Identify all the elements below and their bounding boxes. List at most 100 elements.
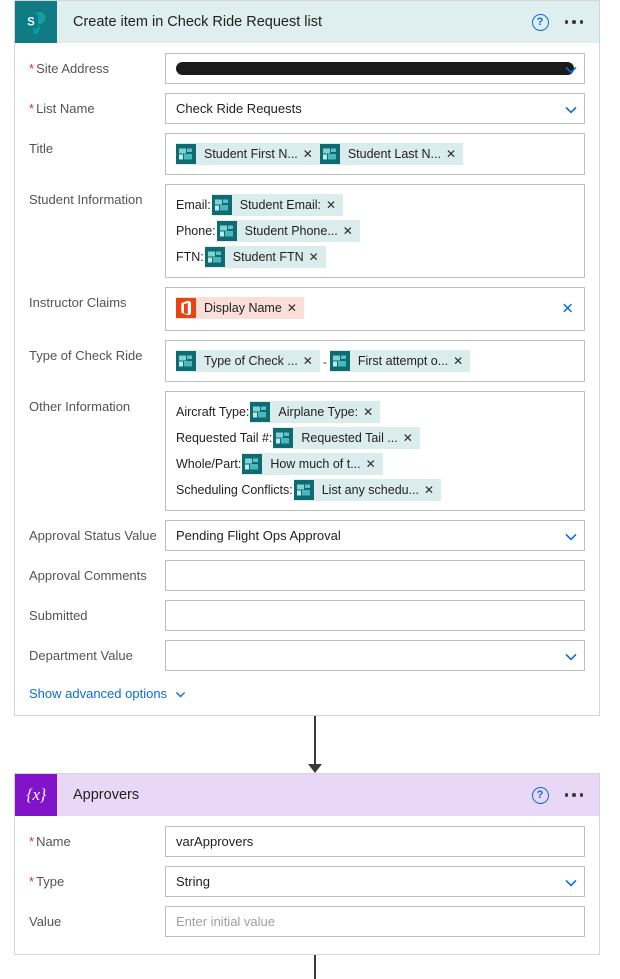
remove-token-icon[interactable]: ✕ bbox=[326, 199, 343, 211]
help-icon[interactable]: ? bbox=[531, 786, 549, 804]
input-approval-comments[interactable] bbox=[165, 560, 585, 591]
close-icon[interactable]: ✕ bbox=[561, 302, 574, 317]
remove-token-icon[interactable]: ✕ bbox=[424, 484, 441, 496]
remove-token-icon[interactable]: ✕ bbox=[343, 225, 360, 237]
field-control-wrapper: Enter initial value bbox=[165, 906, 585, 937]
input-department-value[interactable] bbox=[165, 640, 585, 671]
chevron-down-icon[interactable] bbox=[565, 533, 577, 543]
field-control-wrapper: Check Ride Requests bbox=[165, 93, 585, 124]
sharepoint-create-item-card[interactable]: S Create item in Check Ride Request list… bbox=[14, 0, 600, 716]
form-row: Type of Check Ride Type of Check ... ✕ - Fir… bbox=[15, 340, 599, 382]
field-label: * Type bbox=[29, 866, 165, 890]
chevron-down-icon[interactable] bbox=[565, 106, 577, 116]
chevron-down-icon[interactable] bbox=[565, 66, 577, 76]
sharepoint-list-icon bbox=[293, 480, 314, 500]
token-input-instructor-claims[interactable]: Display Name ✕ ✕ bbox=[165, 287, 585, 331]
dynamic-content-token[interactable]: Student Last N... ✕ bbox=[319, 143, 464, 165]
form-row: Value Enter initial value bbox=[15, 906, 599, 937]
field-control-wrapper: Aircraft Type: Airplane Type: ✕ Requested T… bbox=[165, 391, 585, 511]
remove-token-icon[interactable]: ✕ bbox=[366, 458, 383, 470]
field-control-wrapper: Type of Check ... ✕ - First attempt o... ✕ bbox=[165, 340, 585, 382]
form-row: * Name varApprovers bbox=[15, 826, 599, 857]
sharepoint-icon: S bbox=[15, 1, 57, 43]
card-header-variable[interactable]: {x} Approvers ? bbox=[15, 774, 599, 816]
dynamic-content-token[interactable]: Student First N... ✕ bbox=[176, 143, 320, 165]
remove-token-icon[interactable]: ✕ bbox=[363, 406, 380, 418]
input-value[interactable]: Enter initial value bbox=[165, 906, 585, 937]
field-value: varApprovers bbox=[176, 834, 254, 849]
dynamic-content-token[interactable]: Display Name ✕ bbox=[176, 297, 304, 319]
initialize-variable-card[interactable]: {x} Approvers ? * Name varApprovers * Type St… bbox=[14, 773, 600, 955]
field-label: * Site Address bbox=[29, 53, 165, 77]
token-input-student-information[interactable]: Email: Student Email: ✕ Phone: Student Phone… bbox=[165, 184, 585, 278]
token-label: Student FTN bbox=[232, 250, 304, 264]
field-label: Other Information bbox=[29, 391, 165, 415]
token-input-title[interactable]: Student First N... ✕ Student Last N... ✕ bbox=[165, 133, 585, 175]
chevron-down-icon[interactable] bbox=[175, 688, 186, 699]
more-options-icon[interactable] bbox=[563, 16, 586, 28]
input-list-name[interactable]: Check Ride Requests bbox=[165, 93, 585, 124]
dynamic-content-token[interactable]: Airplane Type: ✕ bbox=[250, 401, 381, 423]
required-asterisk: * bbox=[29, 61, 35, 76]
dynamic-content-token[interactable]: Student Phone... ✕ bbox=[216, 220, 360, 242]
field-placeholder: Enter initial value bbox=[176, 914, 275, 929]
chevron-down-icon[interactable] bbox=[565, 879, 577, 889]
dynamic-content-token[interactable]: Student Email: ✕ bbox=[211, 194, 344, 216]
sharepoint-list-icon bbox=[176, 144, 196, 164]
field-control-wrapper: Pending Flight Ops Approval bbox=[165, 520, 585, 551]
help-icon[interactable]: ? bbox=[531, 13, 549, 31]
variable-glyph: {x} bbox=[26, 785, 46, 804]
dynamic-content-token[interactable]: Student FTN ✕ bbox=[204, 246, 326, 268]
form-row: Department Value bbox=[15, 640, 599, 671]
inline-text-label: Requested Tail #: bbox=[176, 431, 273, 445]
token-label: List any schedu... bbox=[321, 483, 420, 497]
field-label-text: Other Information bbox=[29, 399, 131, 414]
token-label: Student Phone... bbox=[244, 224, 338, 238]
field-label-text: Type of Check Ride bbox=[29, 348, 143, 363]
remove-token-icon[interactable]: ✕ bbox=[287, 302, 304, 314]
dynamic-content-token[interactable]: List any schedu... ✕ bbox=[293, 479, 442, 501]
token-label: Student First N... bbox=[204, 147, 298, 161]
sharepoint-list-icon bbox=[211, 195, 232, 215]
field-control-wrapper: Student First N... ✕ Student Last N... ✕ bbox=[165, 133, 585, 175]
show-advanced-options-link[interactable]: Show advanced options bbox=[29, 686, 167, 701]
form-row: Submitted bbox=[15, 600, 599, 631]
field-control-wrapper bbox=[165, 600, 585, 631]
required-asterisk: * bbox=[29, 874, 35, 889]
token-line: Aircraft Type: Airplane Type: ✕ bbox=[176, 401, 574, 423]
more-options-icon[interactable] bbox=[563, 789, 586, 801]
dynamic-content-token[interactable]: Type of Check ... ✕ bbox=[176, 350, 320, 372]
form-row: Other Information Aircraft Type: Airplane … bbox=[15, 391, 599, 511]
show-advanced-options-row[interactable]: Show advanced options bbox=[15, 680, 599, 715]
token-line: Scheduling Conflicts: List any schedu... ✕ bbox=[176, 479, 574, 501]
token-input-type-of-check-ride[interactable]: Type of Check ... ✕ - First attempt o... ✕ bbox=[165, 340, 585, 382]
input-submitted[interactable] bbox=[165, 600, 585, 631]
field-label: Approval Comments bbox=[29, 560, 165, 584]
input-site-address[interactable] bbox=[165, 53, 585, 84]
variable-card-header-actions: ? bbox=[531, 786, 600, 804]
token-input-other-information[interactable]: Aircraft Type: Airplane Type: ✕ Requested T… bbox=[165, 391, 585, 511]
variable-icon: {x} bbox=[15, 774, 57, 816]
sharepoint-card-body: * Site Address * List Name Check Ride Reques… bbox=[15, 43, 599, 671]
dynamic-content-token[interactable]: First attempt o... ✕ bbox=[329, 350, 471, 372]
input-type[interactable]: String bbox=[165, 866, 585, 897]
token-line: FTN: Student FTN ✕ bbox=[176, 246, 574, 268]
chevron-down-icon[interactable] bbox=[565, 653, 577, 663]
remove-token-icon[interactable]: ✕ bbox=[453, 355, 470, 367]
input-name[interactable]: varApprovers bbox=[165, 826, 585, 857]
token-line: Email: Student Email: ✕ bbox=[176, 194, 574, 216]
remove-token-icon[interactable]: ✕ bbox=[303, 148, 320, 160]
dynamic-content-token[interactable]: Requested Tail ... ✕ bbox=[273, 427, 420, 449]
remove-token-icon[interactable]: ✕ bbox=[309, 251, 326, 263]
remove-token-icon[interactable]: ✕ bbox=[446, 148, 463, 160]
field-control-wrapper bbox=[165, 560, 585, 591]
token-separator: - bbox=[322, 355, 327, 369]
dynamic-content-token[interactable]: How much of t... ✕ bbox=[242, 453, 383, 475]
input-approval-status-value[interactable]: Pending Flight Ops Approval bbox=[165, 520, 585, 551]
field-label: Department Value bbox=[29, 640, 165, 664]
card-header-sharepoint[interactable]: S Create item in Check Ride Request list… bbox=[15, 1, 599, 43]
field-label: Student Information bbox=[29, 184, 165, 208]
field-label: Submitted bbox=[29, 600, 165, 624]
remove-token-icon[interactable]: ✕ bbox=[303, 355, 320, 367]
remove-token-icon[interactable]: ✕ bbox=[403, 432, 420, 444]
